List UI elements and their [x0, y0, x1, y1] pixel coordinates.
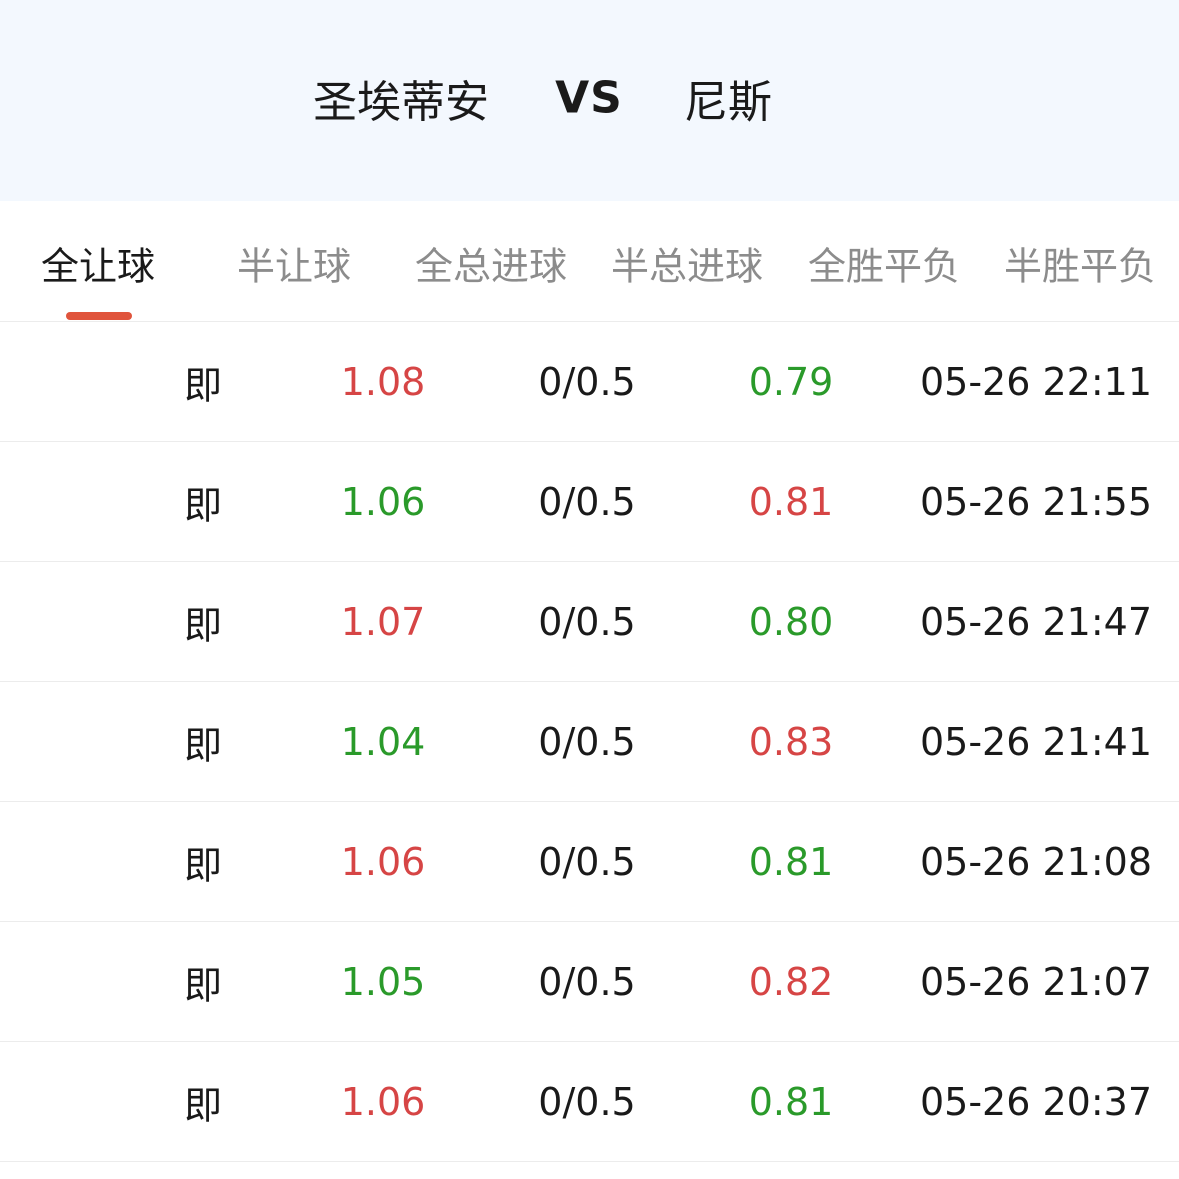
tab-full-handicap[interactable]: 全让球: [41, 236, 155, 291]
odds-timestamp: 05-26 21:55: [919, 480, 1153, 524]
tab-half-total-goals[interactable]: 半总进球: [611, 236, 763, 291]
odds-type: 即: [183, 1083, 223, 1128]
odds-type: 即: [183, 603, 223, 648]
away-odds: 0.79: [748, 360, 834, 404]
home-odds: 1.05: [340, 960, 426, 1004]
odds-timestamp: 05-26 21:47: [919, 600, 1153, 644]
odds-timestamp: 05-26 20:37: [919, 1080, 1153, 1124]
handicap-line: 0/0.5: [538, 840, 636, 884]
away-odds: 0.81: [748, 480, 834, 524]
odds-row: 即 1.06 0/0.5 0.81 05-26 21:08: [0, 802, 1179, 922]
away-odds: 0.81: [748, 840, 834, 884]
match-header: 圣埃蒂安 VS 尼斯: [0, 0, 1179, 201]
away-odds: 0.81: [748, 1080, 834, 1124]
odds-list: 即 1.08 0/0.5 0.79 05-26 22:11 即 1.06 0/0…: [0, 322, 1179, 1162]
handicap-line: 0/0.5: [538, 720, 636, 764]
active-tab-indicator: [66, 312, 132, 320]
home-odds: 1.04: [340, 720, 426, 764]
odds-row: 即 1.06 0/0.5 0.81 05-26 21:55: [0, 442, 1179, 562]
odds-type: 即: [183, 963, 223, 1008]
tab-half-win-draw-lose[interactable]: 半胜平负: [1004, 236, 1156, 291]
odds-timestamp: 05-26 21:08: [919, 840, 1153, 884]
odds-row: 即 1.04 0/0.5 0.83 05-26 21:41: [0, 682, 1179, 802]
handicap-line: 0/0.5: [538, 960, 636, 1004]
odds-row: 即 1.06 0/0.5 0.81 05-26 20:37: [0, 1042, 1179, 1162]
away-odds: 0.83: [748, 720, 834, 764]
away-team-name: 尼斯: [684, 77, 772, 128]
odds-type: 即: [183, 723, 223, 768]
odds-tab-bar: 全让球 半让球 全总进球 半总进球 全胜平负 半胜平负: [0, 201, 1179, 322]
home-team-name: 圣埃蒂安: [313, 77, 489, 128]
tab-full-win-draw-lose[interactable]: 全胜平负: [808, 236, 960, 291]
odds-timestamp: 05-26 22:11: [919, 360, 1153, 404]
odds-row: 即 1.08 0/0.5 0.79 05-26 22:11: [0, 322, 1179, 442]
vs-label: VS: [555, 72, 623, 124]
home-odds: 1.06: [340, 1080, 426, 1124]
odds-type: 即: [183, 483, 223, 528]
away-odds: 0.82: [748, 960, 834, 1004]
handicap-line: 0/0.5: [538, 600, 636, 644]
odds-timestamp: 05-26 21:07: [919, 960, 1153, 1004]
home-odds: 1.06: [340, 480, 426, 524]
handicap-line: 0/0.5: [538, 480, 636, 524]
odds-row: 即 1.05 0/0.5 0.82 05-26 21:07: [0, 922, 1179, 1042]
odds-type: 即: [183, 363, 223, 408]
odds-row: 即 1.07 0/0.5 0.80 05-26 21:47: [0, 562, 1179, 682]
handicap-line: 0/0.5: [538, 1080, 636, 1124]
odds-type: 即: [183, 843, 223, 888]
tab-full-total-goals[interactable]: 全总进球: [415, 236, 567, 291]
home-odds: 1.08: [340, 360, 426, 404]
handicap-line: 0/0.5: [538, 360, 636, 404]
away-odds: 0.80: [748, 600, 834, 644]
home-odds: 1.07: [340, 600, 426, 644]
tab-half-handicap[interactable]: 半让球: [237, 236, 351, 291]
home-odds: 1.06: [340, 840, 426, 884]
odds-timestamp: 05-26 21:41: [919, 720, 1153, 764]
